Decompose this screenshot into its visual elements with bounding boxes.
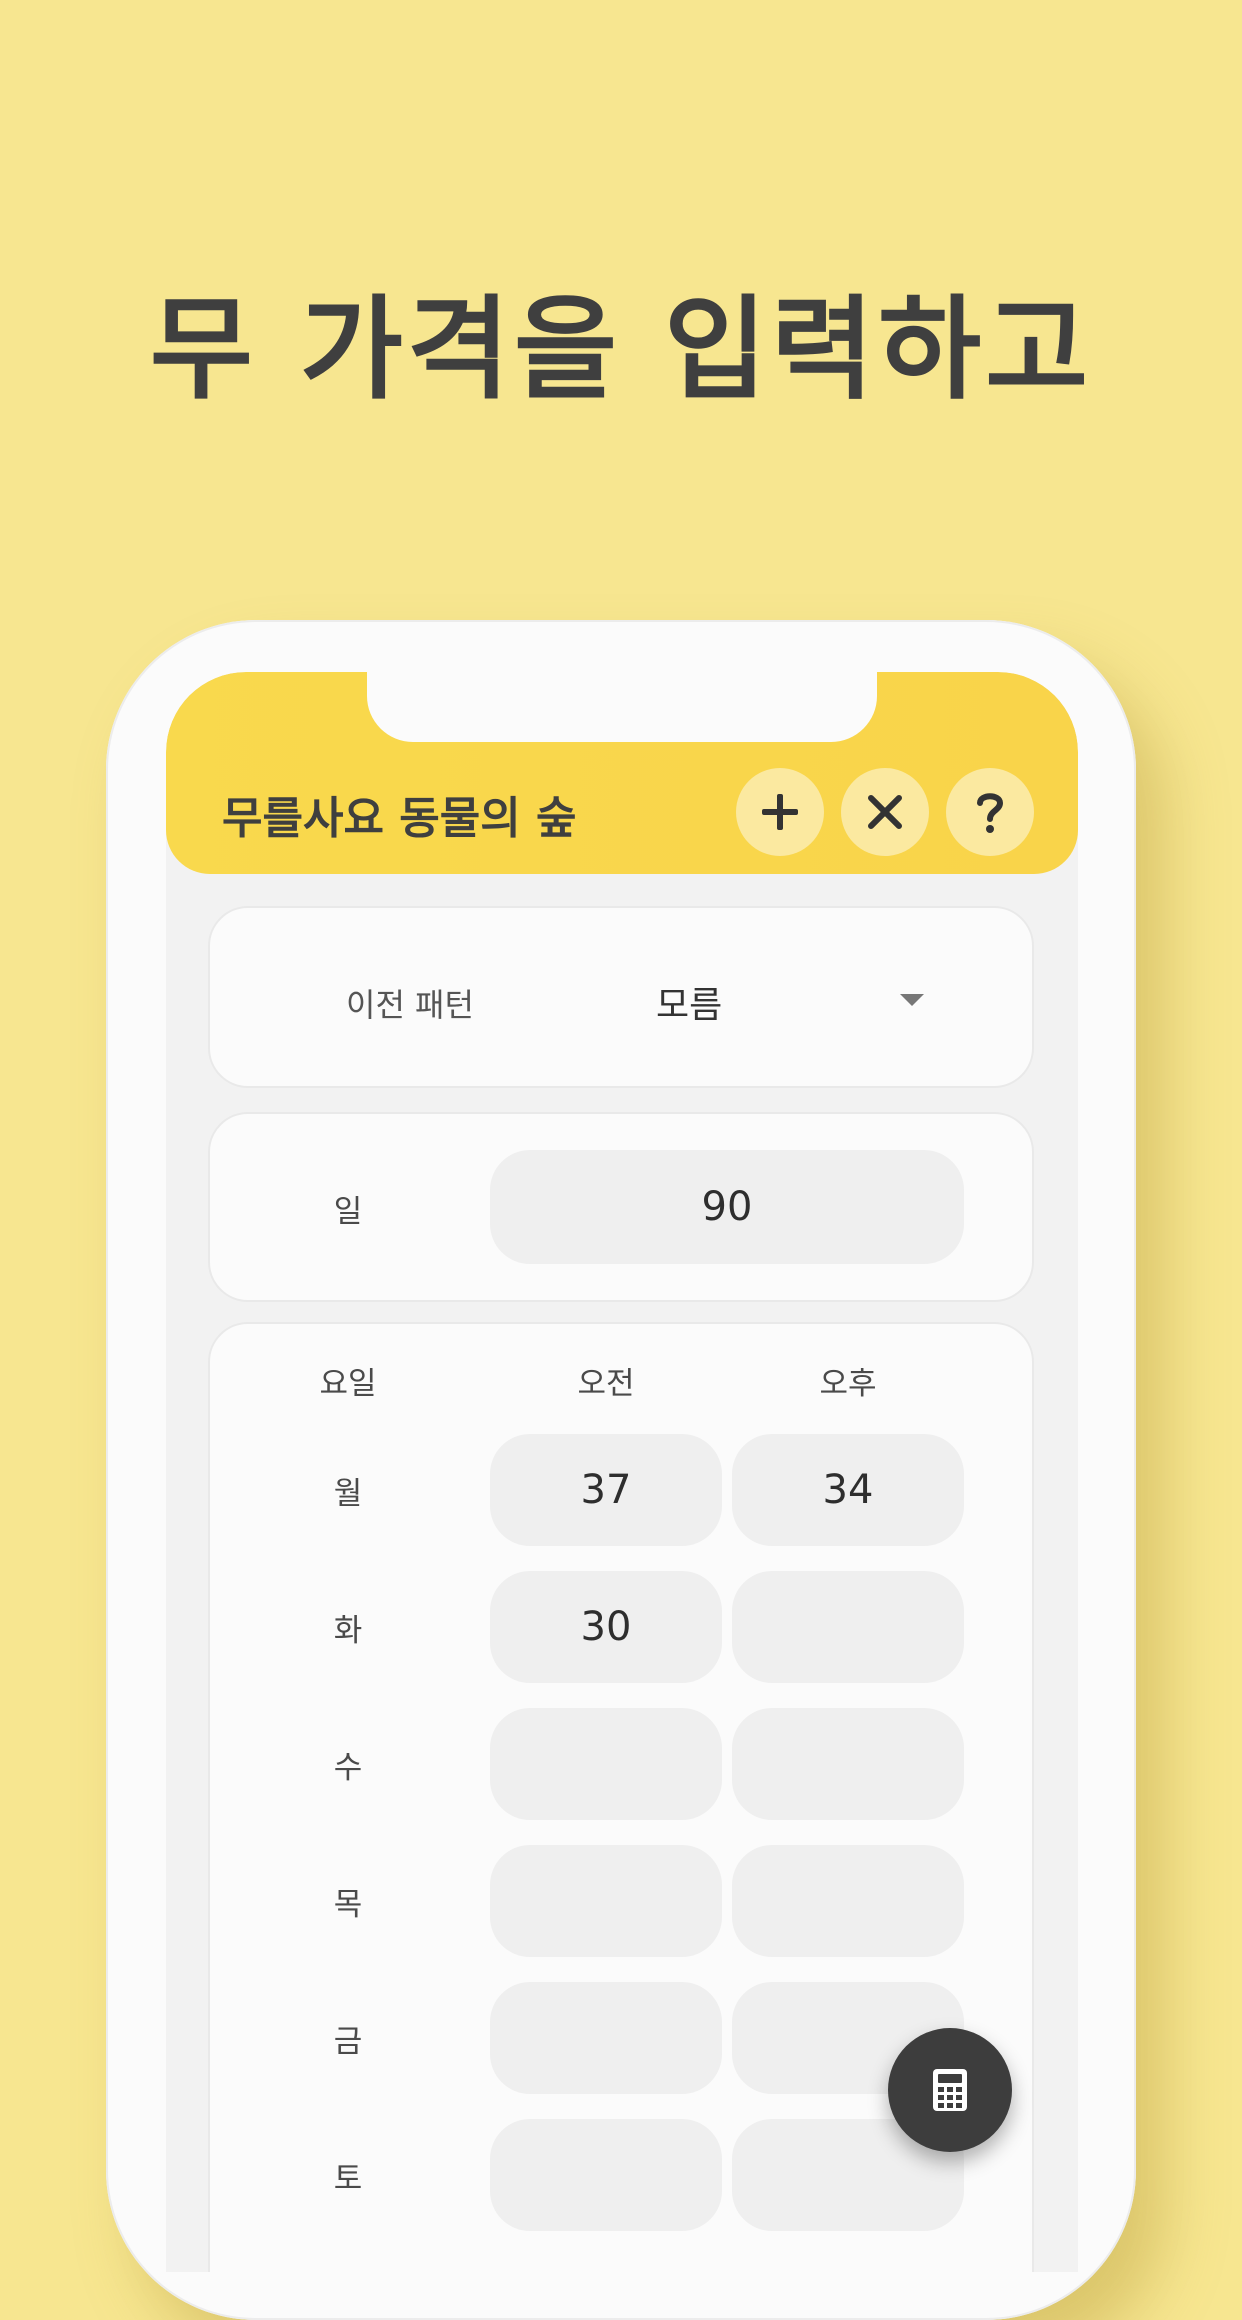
- header-day: 요일: [319, 1366, 377, 1402]
- phone-notch: [367, 672, 877, 742]
- add-button[interactable]: [736, 768, 824, 856]
- am-price-input[interactable]: [490, 1845, 722, 1957]
- row-day-label: 목: [333, 1887, 363, 1923]
- close-icon: [868, 795, 902, 829]
- row-day-label: 월: [333, 1476, 363, 1512]
- row-day-label: 화: [333, 1613, 363, 1649]
- pattern-card: 이전 패턴 모름: [208, 906, 1034, 1088]
- pm-price-input[interactable]: [732, 1571, 964, 1683]
- chevron-down-icon[interactable]: [900, 994, 924, 1006]
- row-day-label: 금: [333, 2024, 363, 2060]
- pm-price-input[interactable]: [732, 1708, 964, 1820]
- app-title: 무를사요 동물의 숲: [222, 793, 577, 844]
- row-day-label: 토: [333, 2161, 363, 2197]
- header-pm: 오후: [819, 1366, 877, 1402]
- am-price-input[interactable]: 30: [490, 1571, 722, 1683]
- pm-price-input[interactable]: 34: [732, 1434, 964, 1546]
- calculator-icon: [933, 2069, 967, 2111]
- am-price-input[interactable]: [490, 1708, 722, 1820]
- pm-price-input[interactable]: [732, 1845, 964, 1957]
- clear-button[interactable]: [841, 768, 929, 856]
- am-price-input[interactable]: [490, 2119, 722, 2231]
- header-am: 오전: [577, 1366, 635, 1402]
- sunday-label: 일: [333, 1194, 363, 1230]
- pattern-select[interactable]: 모름: [656, 976, 722, 1028]
- row-day-label: 수: [333, 1750, 363, 1786]
- plus-icon: [762, 794, 798, 830]
- am-price-input[interactable]: [490, 1982, 722, 2094]
- help-button[interactable]: [946, 768, 1034, 856]
- am-price-input[interactable]: 37: [490, 1434, 722, 1546]
- sunday-card: 일 90: [208, 1112, 1034, 1302]
- app-bar: 무를사요 동물의 숲: [166, 672, 1078, 874]
- headline: 무 가격을 입력하고: [149, 285, 1093, 415]
- calculate-fab-button[interactable]: [888, 2028, 1012, 2152]
- pattern-label: 이전 패턴: [346, 986, 474, 1024]
- sunday-price-input[interactable]: 90: [490, 1150, 964, 1264]
- help-icon: [977, 793, 1004, 833]
